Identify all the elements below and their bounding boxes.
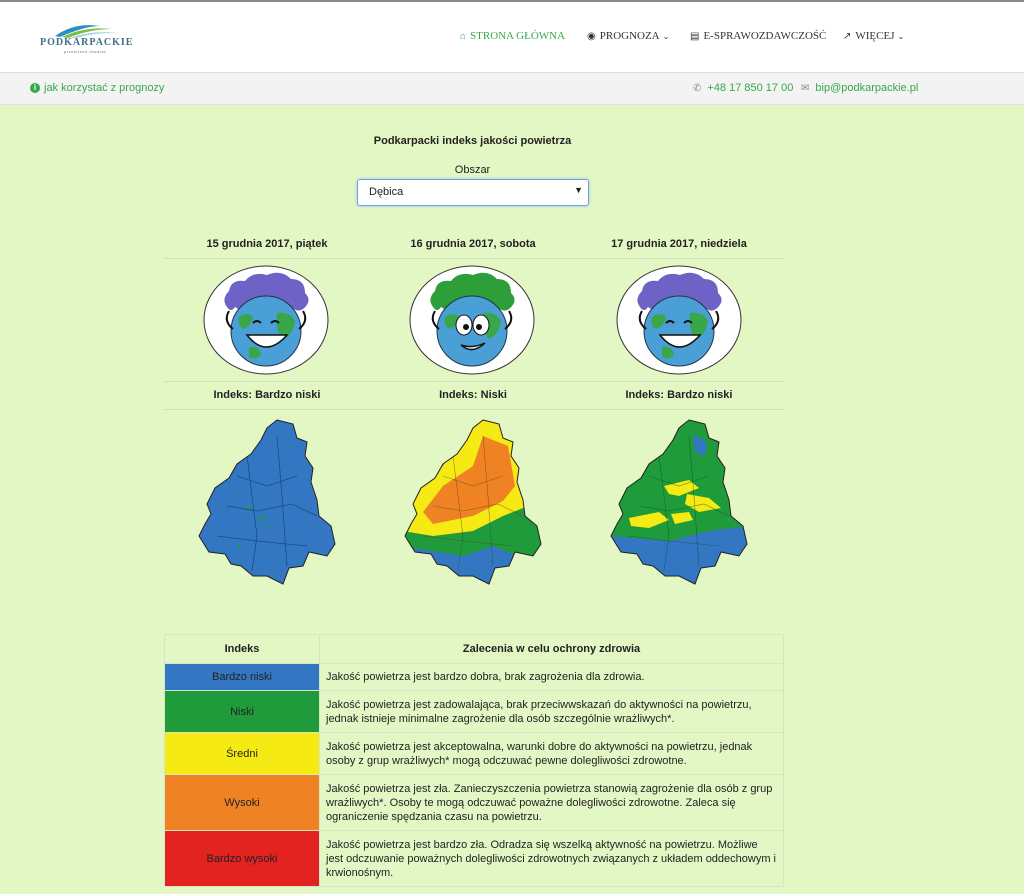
area-select[interactable]: Dębica ▼	[357, 179, 589, 206]
legend-description: Jakość powietrza jest bardzo zła. Odradz…	[319, 830, 784, 887]
earth-mascot-purple-cloud-icon	[203, 265, 329, 375]
legend-header-row: Indeks Zalecenia w celu ochrony zdrowia	[164, 634, 784, 664]
nav-reporting-label: E-SPRAWOZDAWCZOŚĆ	[703, 30, 827, 42]
email-contact[interactable]: ✉ bip@podkarpackie.pl	[801, 82, 918, 94]
help-link-label: jak korzystać z prognozy	[44, 82, 165, 94]
legend-description: Jakość powietrza jest zła. Zanieczyszcze…	[319, 774, 784, 831]
legend-level-high: Wysoki	[164, 774, 320, 831]
info-bar: i jak korzystać z prognozy ✆ +48 17 850 …	[0, 73, 1024, 105]
legend-description: Jakość powietrza jest bardzo dobra, brak…	[319, 663, 784, 691]
forecast-faces-row	[164, 259, 783, 382]
forecast-index-row: Indeks: Bardzo niski Indeks: Niski Indek…	[164, 382, 783, 410]
index-legend-table: Indeks Zalecenia w celu ochrony zdrowia …	[164, 634, 784, 887]
email-address: bip@podkarpackie.pl	[815, 82, 919, 94]
dropdown-arrow-icon: ▼	[574, 185, 583, 195]
nav-reporting[interactable]: ▤ E-SPRAWOZDAWCZOŚĆ	[690, 30, 826, 42]
forecast-maps-row	[164, 416, 783, 586]
day-date: 17 grudnia 2017, niedziela	[611, 238, 747, 250]
chevron-down-icon: ⌄	[662, 31, 670, 41]
region-map-day1[interactable]	[197, 416, 337, 586]
nav-forecast[interactable]: ◉ PROGNOZA ⌄	[587, 30, 669, 42]
nav-home-label: STRONA GŁÓWNA	[470, 30, 566, 42]
day-index: Indeks: Bardzo niski	[213, 389, 321, 401]
earth-mascot-green-cloud-icon	[409, 265, 535, 375]
info-icon: i	[30, 83, 40, 93]
nav-more[interactable]: ↗ WIĘCEJ ⌄	[843, 30, 904, 42]
legend-level-very-high: Bardzo wysoki	[164, 830, 320, 887]
phone-number: +48 17 850 17 00	[707, 82, 794, 94]
external-link-icon: ↗	[843, 30, 852, 42]
navbar: PODKARPACKIE przestrzeń otwarta ⌂ STRONA…	[0, 2, 1024, 73]
day-index: Indeks: Niski	[439, 389, 507, 401]
phone-icon: ✆	[693, 82, 702, 94]
nav-more-label: WIĘCEJ	[855, 30, 895, 42]
day-date: 16 grudnia 2017, sobota	[410, 238, 536, 250]
legend-level-very-low: Bardzo niski	[164, 663, 320, 691]
legend-row: Bardzo niski Jakość powietrza jest bardz…	[164, 663, 784, 691]
nav-forecast-label: PROGNOZA	[599, 30, 660, 42]
legend-row: Niski Jakość powietrza jest zadowalająca…	[164, 690, 784, 733]
area-label: Obszar	[454, 164, 491, 176]
envelope-icon: ✉	[801, 82, 810, 94]
legend-description: Jakość powietrza jest akceptowalna, waru…	[319, 732, 784, 775]
legend-row: Średni Jakość powietrza jest akceptowaln…	[164, 732, 784, 775]
legend-header-index: Indeks	[164, 634, 320, 664]
phone-contact[interactable]: ✆ +48 17 850 17 00	[693, 82, 793, 94]
home-icon: ⌂	[460, 30, 467, 42]
day-date: 15 grudnia 2017, piątek	[206, 238, 328, 250]
earth-mascot-purple-cloud-icon	[616, 265, 742, 375]
help-link[interactable]: i jak korzystać z prognozy	[30, 82, 164, 94]
page-title: Podkarpacki indeks jakości powietrza	[373, 135, 572, 147]
legend-row: Bardzo wysoki Jakość powietrza jest bard…	[164, 830, 784, 887]
nav-home[interactable]: ⌂ STRONA GŁÓWNA	[460, 30, 565, 42]
area-select-value: Dębica	[369, 186, 404, 198]
region-map-day3[interactable]	[609, 416, 749, 586]
region-map-day2[interactable]	[403, 416, 543, 586]
day-index: Indeks: Bardzo niski	[625, 389, 733, 401]
legend-header-recommendations: Zalecenia w celu ochrony zdrowia	[319, 634, 784, 664]
legend-description: Jakość powietrza jest zadowalająca, brak…	[319, 690, 784, 733]
eye-icon: ◉	[587, 30, 596, 42]
forecast-dates-row: 15 grudnia 2017, piątek 16 grudnia 2017,…	[164, 230, 783, 259]
logo-hills-icon	[55, 25, 118, 38]
document-icon: ▤	[690, 30, 700, 42]
chevron-down-icon: ⌄	[897, 31, 905, 41]
brand-logo[interactable]: PODKARPACKIE przestrzeń otwarta	[40, 20, 134, 56]
brand-tagline: przestrzeń otwarta	[64, 49, 106, 54]
legend-row: Wysoki Jakość powietrza jest zła. Zaniec…	[164, 774, 784, 831]
legend-level-low: Niski	[164, 690, 320, 733]
brand-name: PODKARPACKIE	[40, 37, 134, 48]
legend-level-medium: Średni	[164, 732, 320, 775]
